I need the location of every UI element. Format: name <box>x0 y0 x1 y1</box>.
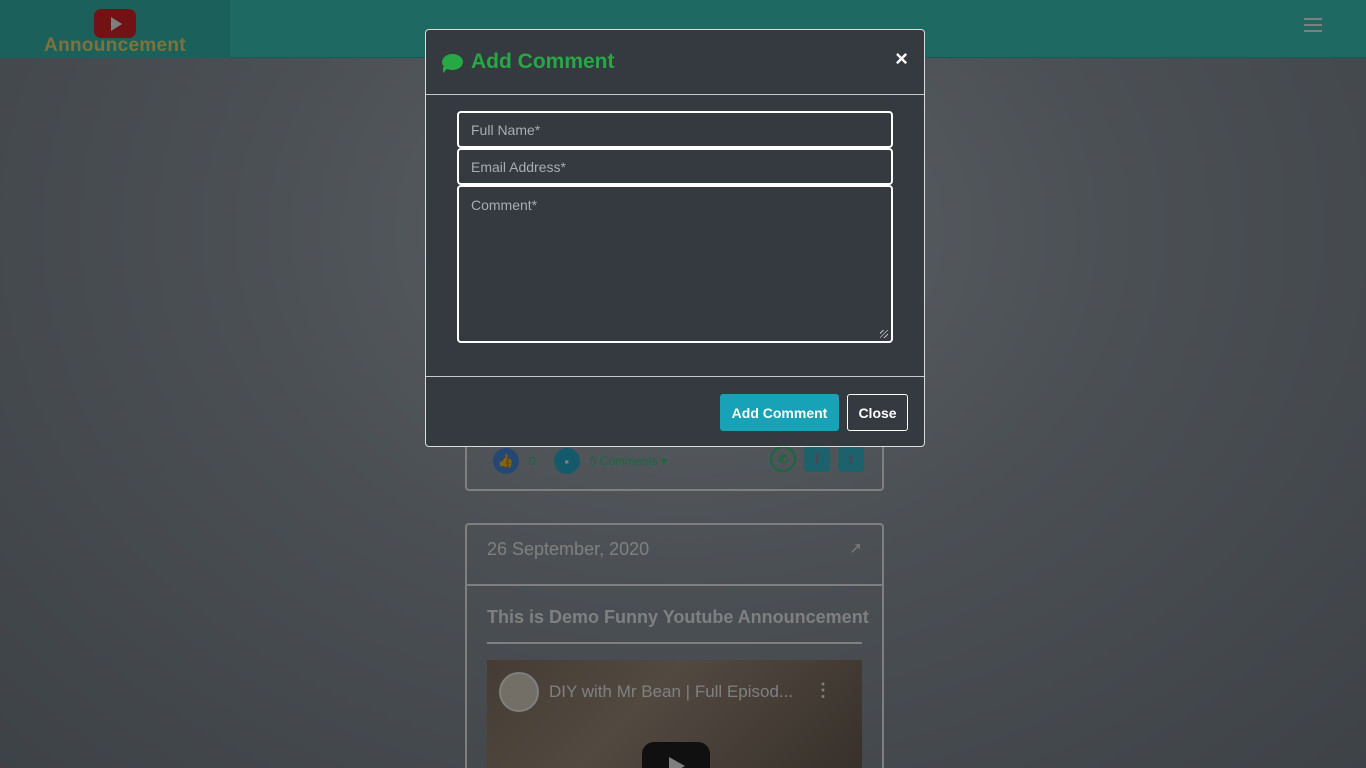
email-input[interactable] <box>457 148 893 185</box>
add-comment-modal: Add Comment × Add Comment Close <box>425 29 925 447</box>
add-comment-button[interactable]: Add Comment <box>720 394 839 431</box>
modal-title-text: Add Comment <box>471 50 615 73</box>
resize-handle-icon[interactable] <box>880 330 888 338</box>
comment-textarea[interactable] <box>457 185 893 343</box>
modal-header: Add Comment × <box>426 30 924 95</box>
full-name-input[interactable] <box>457 111 893 148</box>
modal-body <box>457 111 893 343</box>
close-icon[interactable]: × <box>895 46 908 72</box>
close-button[interactable]: Close <box>847 394 908 431</box>
modal-title: Add Comment <box>442 50 615 74</box>
modal-footer: Add Comment Close <box>426 376 924 446</box>
comment-bubble-icon <box>442 54 463 73</box>
